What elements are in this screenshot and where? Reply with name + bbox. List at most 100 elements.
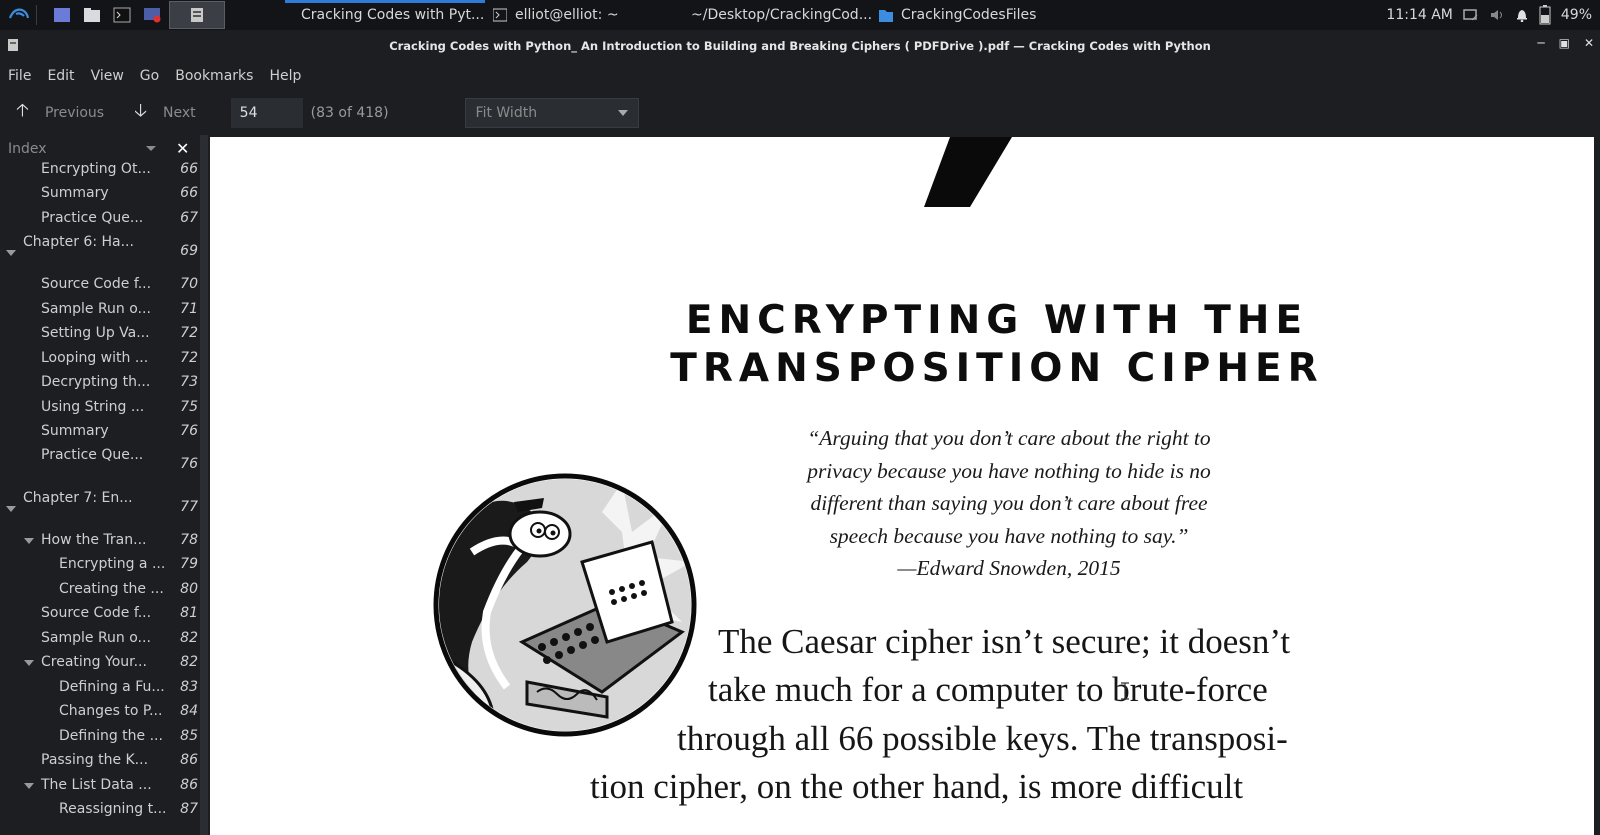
- toc-chapter[interactable]: Chapter 7: En... 77: [0, 490, 200, 524]
- menu-file[interactable]: File: [0, 68, 39, 84]
- expand-arrow-icon[interactable]: [6, 250, 16, 256]
- body-line: through all 66 possible keys. The transp…: [677, 719, 1288, 758]
- display-icon[interactable]: [1463, 8, 1479, 22]
- toc-item[interactable]: Defining the ... 85: [0, 728, 200, 752]
- body-line: tion cipher, on the other hand, is more …: [590, 767, 1244, 806]
- close-icon[interactable]: ✕: [1584, 36, 1594, 50]
- quote-line: different than saying you don’t care abo…: [810, 491, 1208, 515]
- task-pdf-viewer[interactable]: Cracking Codes with Pyt...: [285, 0, 485, 30]
- task-editor[interactable]: ~/Desktop/CrackingCod...: [675, 0, 871, 30]
- task-terminal[interactable]: elliot@elliot: ~: [485, 0, 675, 30]
- minimize-icon[interactable]: ─: [1537, 36, 1544, 50]
- zoom-select[interactable]: Fit Width: [464, 98, 639, 128]
- expand-arrow-icon[interactable]: [24, 538, 34, 544]
- notification-bell-icon[interactable]: [1515, 8, 1529, 22]
- toc-item[interactable]: Creating the ... 80: [0, 581, 200, 605]
- taskbar: Cracking Codes with Pyt... elliot@elliot…: [0, 0, 1600, 30]
- menubar: File Edit View Go Bookmarks Help: [0, 61, 1600, 91]
- window-controls: ─ ▣ ✕: [1537, 36, 1594, 50]
- next-label: Next: [163, 105, 196, 121]
- toc-item[interactable]: Changes to P... 84: [0, 703, 200, 727]
- terminal-icon: [493, 8, 507, 22]
- kali-menu-icon[interactable]: [8, 4, 30, 26]
- chevron-down-icon[interactable]: [146, 146, 156, 151]
- expand-arrow-icon[interactable]: [24, 783, 34, 789]
- battery-icon[interactable]: [1539, 5, 1551, 25]
- toc-item[interactable]: Encrypting Ot... 66: [0, 161, 200, 185]
- clock[interactable]: 11:14 AM: [1386, 7, 1452, 23]
- task-file-manager[interactable]: CrackingCodesFiles: [871, 0, 1051, 30]
- toc-item[interactable]: Sample Run o... 82: [0, 630, 200, 654]
- toc-item[interactable]: Practice Que... 67: [0, 210, 200, 234]
- task-label: Cracking Codes with Pyt...: [301, 7, 485, 23]
- body-line: take much for a computer to brute-force: [708, 670, 1268, 709]
- toc-item[interactable]: Using String ... 75: [0, 399, 200, 423]
- window-title: Cracking Codes with Python_ An Introduct…: [389, 38, 1211, 53]
- sidebar-splitter[interactable]: [200, 135, 208, 835]
- menu-edit[interactable]: Edit: [39, 68, 82, 84]
- expand-arrow-icon[interactable]: [24, 660, 34, 666]
- sidebar-mode-label[interactable]: Index: [8, 141, 47, 157]
- screen-recorder-icon[interactable]: [141, 4, 163, 26]
- files-icon[interactable]: [81, 4, 103, 26]
- task-label: CrackingCodesFiles: [901, 7, 1037, 23]
- toc-item[interactable]: Summary 76: [0, 423, 200, 447]
- toc-item[interactable]: Passing the K... 86: [0, 752, 200, 776]
- epigraph-quote: “Arguing that you don’t care about the r…: [784, 422, 1234, 585]
- app-icon: [8, 39, 18, 51]
- workspace-icon[interactable]: [51, 4, 73, 26]
- toc-item[interactable]: Source Code f... 70: [0, 276, 200, 300]
- window-titlebar: Cracking Codes with Python_ An Introduct…: [0, 30, 1600, 61]
- toc-item[interactable]: Setting Up Va... 72: [0, 325, 200, 349]
- maximize-icon[interactable]: ▣: [1559, 36, 1570, 50]
- quote-line: privacy because you have nothing to hide…: [807, 458, 1211, 483]
- toc-item[interactable]: Defining a Fu... 83: [0, 679, 200, 703]
- menu-bookmarks[interactable]: Bookmarks: [167, 68, 261, 84]
- snake-enigma-illustration: [433, 473, 697, 737]
- index-sidebar: Index ✕ Encrypting Ot... 66 Summary 66 Pra…: [0, 135, 204, 835]
- next-button[interactable]: 🡣 Next: [134, 98, 196, 128]
- toc-item[interactable]: Looping with ... 72: [0, 350, 200, 374]
- page-count-label: (83 of 418): [310, 105, 389, 121]
- toc-item[interactable]: The List Data ... 86: [0, 777, 200, 801]
- pdf-page[interactable]: ENCRYPTING WITH THE TRANSPOSITION CIPHER…: [210, 137, 1594, 835]
- toc-item[interactable]: Reassigning t... 87: [0, 801, 200, 825]
- task-label: elliot@elliot: ~: [515, 7, 619, 23]
- zoom-value: Fit Width: [475, 105, 538, 121]
- toc-item[interactable]: Creating Your... 82: [0, 654, 200, 678]
- taskbar-separator: [36, 5, 37, 25]
- arrow-up-icon: 🡡: [16, 100, 29, 121]
- close-sidebar-icon[interactable]: ✕: [176, 139, 189, 158]
- chapter-title: ENCRYPTING WITH THE TRANSPOSITION CIPHER: [210, 297, 1380, 393]
- toc-item[interactable]: How the Tran... 78: [0, 532, 200, 556]
- previous-button[interactable]: 🡡 Previous: [16, 98, 104, 128]
- quote-line: “Arguing that you don’t care about the r…: [807, 426, 1211, 450]
- chevron-down-icon: [617, 110, 628, 116]
- toc-item[interactable]: Source Code f... 81: [0, 605, 200, 629]
- previous-label: Previous: [44, 105, 105, 121]
- volume-icon[interactable]: [1489, 8, 1505, 22]
- chapter-title-line: ENCRYPTING WITH THE: [685, 298, 1309, 343]
- toc-item[interactable]: Summary 66: [0, 185, 200, 209]
- menu-help[interactable]: Help: [261, 68, 309, 84]
- task-label: ~/Desktop/CrackingCod...: [691, 7, 871, 23]
- quote-line: speech because you have nothing to say.”: [829, 523, 1189, 548]
- toc-chapter[interactable]: Chapter 6: Ha... 69: [0, 234, 200, 268]
- expand-arrow-icon[interactable]: [6, 506, 16, 512]
- menu-go[interactable]: Go: [132, 68, 167, 84]
- page-number-input[interactable]: [230, 98, 303, 128]
- system-tray: 11:14 AM 49%: [1386, 5, 1600, 25]
- toc-item[interactable]: Sample Run o... 71: [0, 301, 200, 325]
- active-app-button[interactable]: [169, 1, 225, 29]
- menu-view[interactable]: View: [83, 68, 132, 84]
- toolbar: 🡡 Previous 🡣 Next (83 of 418) Fit Width: [0, 91, 1600, 135]
- arrow-down-icon: 🡣: [134, 100, 148, 121]
- toc-item[interactable]: Practice Que... 76: [0, 447, 200, 481]
- toc-item[interactable]: Encrypting a ... 79: [0, 556, 200, 580]
- folder-icon: [879, 10, 893, 22]
- quote-attribution: —Edward Snowden, 2015: [897, 556, 1121, 580]
- terminal-icon[interactable]: [111, 4, 133, 26]
- sidebar-header: Index ✕: [0, 135, 204, 163]
- toc-item[interactable]: Decrypting th... 73: [0, 374, 200, 398]
- battery-percent: 49%: [1560, 7, 1592, 23]
